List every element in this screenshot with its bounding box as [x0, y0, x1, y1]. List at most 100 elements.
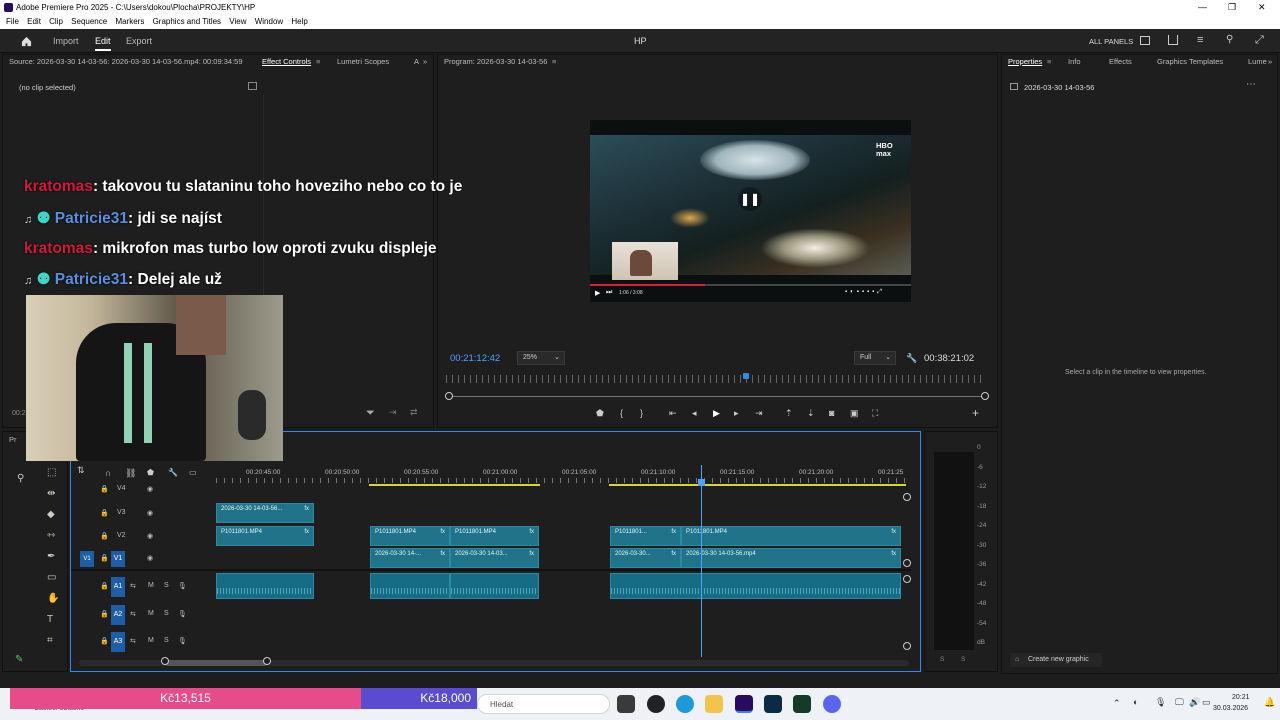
- source-label[interactable]: Source: 2026-03-30 14-03-56: 2026-03-30 …: [9, 55, 243, 69]
- clock-time[interactable]: 20:21: [1232, 694, 1250, 701]
- solo-button[interactable]: S: [164, 582, 169, 589]
- marker-icon[interactable]: ⬟: [596, 408, 604, 419]
- hscroll-handle-left[interactable]: [161, 657, 169, 665]
- timeline-hscroll-thumb[interactable]: [165, 660, 267, 666]
- audio-clip[interactable]: [450, 573, 539, 599]
- caption-tool-icon[interactable]: ⌗: [47, 635, 53, 646]
- linked-icon[interactable]: ⛓: [125, 468, 136, 479]
- battery-icon[interactable]: ▭: [1202, 697, 1211, 708]
- add-marker-icon[interactable]: ⬟: [147, 468, 154, 477]
- mark-out-icon[interactable]: }: [640, 408, 643, 418]
- sync-icon[interactable]: ⇆: [130, 582, 136, 590]
- microphone-icon[interactable]: 🎙: [1155, 697, 1166, 708]
- quality-select[interactable]: Full ⌄: [854, 351, 896, 365]
- timeline-clip[interactable]: 2026-03-30... fx: [610, 548, 681, 568]
- vr-icon[interactable]: ⛶: [872, 408, 878, 419]
- properties-menu-icon[interactable]: ≡: [1047, 55, 1051, 69]
- lift-icon[interactable]: ⇡: [785, 408, 793, 419]
- vscroll-handle[interactable]: [903, 575, 911, 583]
- razor-tool-icon[interactable]: ◆: [47, 509, 55, 520]
- file-explorer-icon[interactable]: [705, 695, 723, 713]
- hscroll-handle-right[interactable]: [263, 657, 271, 665]
- source-patch-v1[interactable]: V1: [80, 551, 94, 567]
- clock-date[interactable]: 30.03.2026: [1213, 705, 1248, 712]
- scroll-handle-left[interactable]: [445, 392, 453, 400]
- zoom-select[interactable]: 25% ⌄: [517, 351, 565, 365]
- program-menu-icon[interactable]: ≡: [552, 55, 556, 69]
- add-button-icon[interactable]: +: [972, 406, 979, 420]
- timeline-playhead[interactable]: [701, 465, 702, 657]
- panel-tab-label[interactable]: Pr: [9, 435, 17, 444]
- timeline-clip[interactable]: P1011801.MP4 fx: [681, 526, 901, 546]
- lock-icon[interactable]: 🔒: [100, 485, 109, 493]
- taskbar-search[interactable]: Hledat: [477, 694, 610, 714]
- menu-markers[interactable]: Markers: [115, 17, 144, 26]
- camera-icon[interactable]: ◙: [829, 408, 834, 418]
- solo-button[interactable]: S: [164, 610, 169, 617]
- tray-app-icon[interactable]: ◐: [1133, 697, 1138, 707]
- rectangle-tool-icon[interactable]: ▭: [47, 572, 56, 583]
- timeline-clip[interactable]: P1011801.MP4 fx: [450, 526, 539, 546]
- vscroll-handle[interactable]: [903, 559, 911, 567]
- zoom-scrollbar[interactable]: [450, 396, 985, 397]
- wrench-icon[interactable]: 🔧: [906, 353, 917, 364]
- magnet-icon[interactable]: ∩: [105, 468, 111, 478]
- home-icon[interactable]: [20, 35, 32, 47]
- comparison-icon[interactable]: ▣: [850, 408, 859, 419]
- type-tool-icon[interactable]: T: [47, 614, 53, 625]
- video-play-icon[interactable]: ▶: [595, 289, 600, 297]
- ripple-edit-icon[interactable]: ⇿: [47, 530, 55, 541]
- discord-icon[interactable]: [823, 695, 841, 713]
- track-select-icon[interactable]: ⇹: [47, 488, 55, 499]
- video-progress-track[interactable]: [590, 284, 911, 286]
- vscroll-handle[interactable]: [903, 493, 911, 501]
- play-icon[interactable]: ▶: [713, 408, 720, 419]
- mute-button[interactable]: M: [148, 610, 154, 617]
- eye-icon[interactable]: ◉: [147, 509, 153, 517]
- tab-info[interactable]: Info: [1068, 55, 1081, 69]
- expand-icon[interactable]: [248, 82, 257, 90]
- playhead-handle[interactable]: [698, 479, 705, 486]
- tab-graphics-templates[interactable]: Graphics Templates: [1157, 55, 1223, 69]
- pause-icon[interactable]: ❚❚: [738, 187, 762, 211]
- tab-edit[interactable]: Edit: [95, 36, 111, 46]
- mic-icon[interactable]: 🎙: [178, 582, 187, 590]
- more-options-icon[interactable]: ⋯: [1246, 79, 1256, 90]
- share-icon[interactable]: [1168, 35, 1178, 45]
- timeline-clip[interactable]: 2026-03-30 14-... fx: [370, 548, 450, 568]
- pencil-icon[interactable]: ✎: [15, 654, 23, 665]
- audio-clip[interactable]: [610, 573, 901, 599]
- sync-icon[interactable]: ⇆: [130, 637, 136, 645]
- panel-menu-icon[interactable]: ≡: [316, 55, 320, 69]
- export-frame-icon[interactable]: ⇥: [389, 407, 397, 418]
- menu-sequence[interactable]: Sequence: [71, 17, 107, 26]
- search-icon[interactable]: ⚲: [17, 473, 24, 484]
- timeline-clip[interactable]: P1011801.MP4 fx: [216, 526, 314, 546]
- video-controls-icons[interactable]: ▪◐▪▪▪▪⤢: [845, 289, 885, 296]
- quick-menu-icon[interactable]: ≡: [1197, 34, 1203, 46]
- selection-tool-icon[interactable]: ⬚: [47, 467, 56, 478]
- timeline-clip[interactable]: 2026-03-30 14-03-56... fx: [216, 503, 314, 523]
- sync-icon[interactable]: ⇆: [130, 610, 136, 618]
- timeline-clip[interactable]: P1011801... fx: [610, 526, 681, 546]
- maximize-button[interactable]: ❐: [1228, 0, 1236, 15]
- all-panels-button[interactable]: ALL PANELS: [1089, 37, 1133, 46]
- fullscreen-icon[interactable]: ⤢: [1255, 34, 1264, 47]
- vscroll-handle[interactable]: [903, 642, 911, 650]
- audio-clip[interactable]: [216, 573, 314, 599]
- tab-overflow[interactable]: A: [414, 55, 419, 69]
- timeline-clip[interactable]: P1011801.MP4 fx: [370, 526, 450, 546]
- eye-icon[interactable]: ◉: [147, 554, 153, 562]
- menu-view[interactable]: View: [229, 17, 246, 26]
- create-graphic-button[interactable]: ⌂ Create new graphic: [1010, 653, 1102, 667]
- mark-in-icon[interactable]: {: [620, 408, 623, 418]
- menu-window[interactable]: Window: [255, 17, 283, 26]
- mute-button[interactable]: M: [148, 582, 154, 589]
- solo-left[interactable]: S: [940, 656, 944, 663]
- menu-edit[interactable]: Edit: [27, 17, 41, 26]
- timeline-clip[interactable]: 2026-03-30 14-03... fx: [450, 548, 539, 568]
- mic-icon[interactable]: 🎙: [178, 610, 187, 618]
- eye-icon[interactable]: ◉: [147, 532, 153, 540]
- volume-icon[interactable]: 🔊: [1189, 697, 1200, 708]
- tab-more-icon[interactable]: »: [423, 55, 427, 69]
